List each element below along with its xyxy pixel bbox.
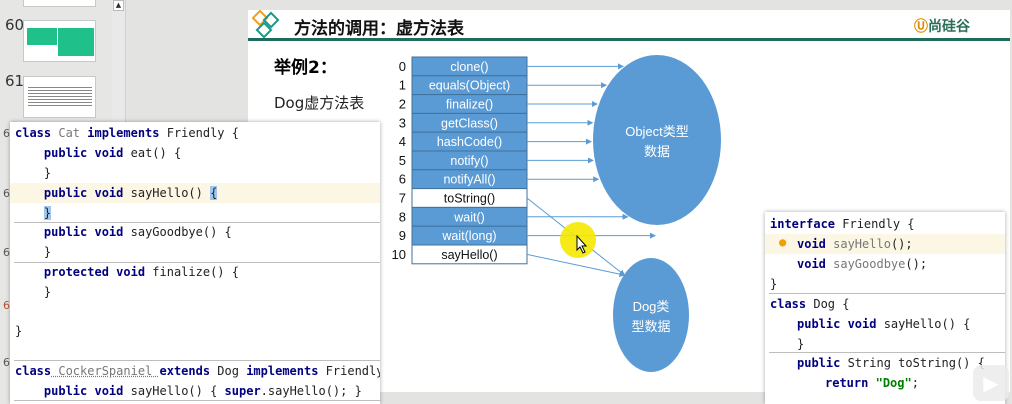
object-node-label: 数据 <box>644 144 670 159</box>
code-line: class Dog { <box>770 297 850 311</box>
code-line-current[interactable]: void sayHello(); <box>765 234 1005 254</box>
vtable-method: equals(Object) <box>429 79 510 93</box>
object-node-label: Object类型 <box>625 124 689 139</box>
gutter-line-number: 6 <box>3 127 10 140</box>
code-line: interface Friendly { <box>770 217 915 231</box>
dog-node-label: Dog类 <box>633 299 670 314</box>
lightbulb-icon[interactable]: ● <box>779 235 786 249</box>
object-type-data-node <box>593 55 721 225</box>
thumbnail-number: 61 <box>5 72 25 90</box>
gutter-line-number: 6 <box>3 187 10 200</box>
code-line: } <box>770 277 778 291</box>
gutter-line-number: 6 <box>3 246 10 259</box>
code-line: protected void finalize() { <box>43 265 239 279</box>
code-line: public void eat() { <box>43 146 182 160</box>
vtable-method: notify() <box>450 154 488 168</box>
thumbnail-number: 60 <box>5 16 25 34</box>
code-line-current[interactable]: public void sayHello() { <box>10 183 380 203</box>
code-line: public void sayHello() { super.sayHello(… <box>43 384 362 398</box>
vtable-method: clone() <box>450 60 488 74</box>
vtable-index: 3 <box>399 115 406 130</box>
code-line: public String toString() { <box>797 356 985 370</box>
play-button[interactable]: ▶ <box>973 365 1009 401</box>
vtable-index: 9 <box>399 228 406 243</box>
vtable-index: 8 <box>399 209 406 224</box>
slide-thumbnail-59[interactable] <box>23 0 96 7</box>
vtable-method: toString() <box>444 192 495 206</box>
cat-code-popup: class Cat implements Friendly { public v… <box>10 122 380 404</box>
code-line: } <box>15 285 52 299</box>
code-line: public void sayHello() { <box>797 317 971 331</box>
code-line: return "Dog"; <box>825 376 919 390</box>
vtable-method: wait() <box>453 210 485 224</box>
vtable-index: 4 <box>399 134 406 149</box>
vtable-index: 1 <box>399 78 406 93</box>
code-line: } <box>15 166 52 180</box>
vtable-index: 10 <box>392 247 406 262</box>
dog-type-data-node <box>613 258 689 372</box>
vtable-method: hashCode() <box>437 135 502 149</box>
vtable-index: 0 <box>399 59 406 74</box>
vtable-method: sayHello() <box>441 248 497 262</box>
vtable-index: 6 <box>399 172 406 187</box>
gutter-line-number: 6 <box>3 299 10 312</box>
dog-node-label: 型数据 <box>631 319 670 334</box>
code-line: void sayGoodbye(); <box>797 257 928 271</box>
code-line: } <box>15 324 23 338</box>
code-line: } <box>43 206 52 220</box>
vtable-index: 7 <box>399 191 406 206</box>
slide-thumbnail-61[interactable] <box>23 76 96 118</box>
vtable-method: getClass() <box>441 116 498 130</box>
vtable-method: finalize() <box>446 98 493 112</box>
vtable-index: 2 <box>399 97 406 112</box>
code-line: class Cat implements Friendly { <box>15 126 239 140</box>
vtable-method: wait(long) <box>441 229 496 243</box>
code-line: class CockerSpaniel extends Dog implemen… <box>15 364 380 378</box>
code-line: } <box>797 337 805 351</box>
code-line: } <box>15 245 52 259</box>
gutter-line-number: 6 <box>3 356 10 369</box>
slide-thumbnail-60[interactable] <box>23 20 96 62</box>
vtable-index: 5 <box>399 153 406 168</box>
code-line: public void sayGoodbye() { <box>43 225 232 239</box>
vtable-method: notifyAll() <box>443 173 495 187</box>
friendly-dog-code-popup: interface Friendly { void sayHello(); ● … <box>765 212 1005 404</box>
scroll-up-button[interactable]: ▲ <box>113 0 124 11</box>
